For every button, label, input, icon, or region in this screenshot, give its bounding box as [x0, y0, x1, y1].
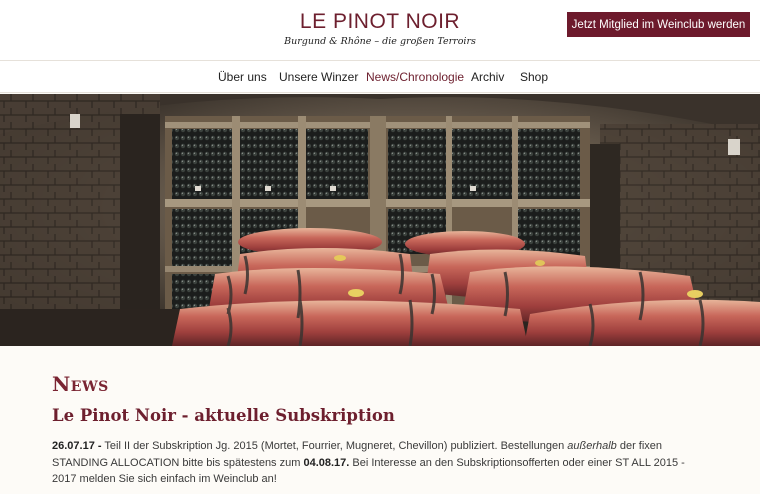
- nav-item-ueber-uns[interactable]: Über uns: [218, 70, 267, 84]
- main-navigation: Über uns Unsere Winzer News/Chronologie …: [0, 60, 760, 93]
- site-header: LE PINOT NOIR Burgund & Rhône – die groß…: [0, 0, 760, 60]
- nav-item-unsere-winzer[interactable]: Unsere Winzer: [279, 70, 358, 84]
- article-emphasis: außerhalb: [567, 440, 617, 452]
- article-date-published: 26.07.17 -: [52, 440, 102, 452]
- nav-item-shop[interactable]: Shop: [520, 70, 548, 84]
- article-text-part1: Teil II der Subskription Jg. 2015 (Morte…: [101, 440, 568, 452]
- article-title[interactable]: Le Pinot Noir - aktuelle Subskription: [52, 406, 395, 425]
- section-title: News: [52, 372, 109, 396]
- join-wineclub-button[interactable]: Jetzt Mitglied im Weinclub werden: [567, 12, 750, 37]
- article-body: 26.07.17 - Teil II der Subskription Jg. …: [52, 438, 712, 488]
- article-deadline-date: 04.08.17.: [303, 456, 350, 469]
- hero-cellar-image: [0, 94, 760, 346]
- nav-item-archiv[interactable]: Archiv: [471, 70, 504, 84]
- nav-item-news-chronologie[interactable]: News/Chronologie: [366, 70, 464, 84]
- site-tagline: Burgund & Rhône – die großen Terroirs: [284, 36, 476, 47]
